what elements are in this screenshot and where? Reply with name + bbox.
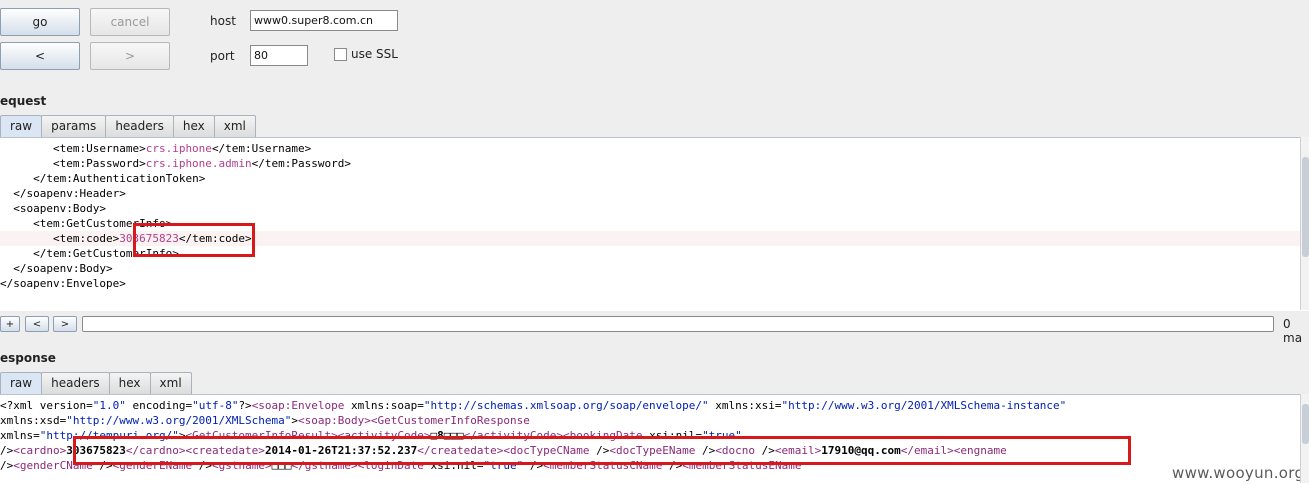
scrollbar-thumb[interactable] — [1302, 157, 1309, 257]
tab-request-headers[interactable]: headers — [105, 115, 174, 137]
tab-response-xml[interactable]: xml — [149, 372, 192, 394]
use-ssl-label: use SSL — [351, 47, 398, 61]
request-token: <tem:Password> — [52, 157, 146, 170]
search-next-button[interactable]: > — [53, 316, 77, 332]
request-section-title: equest — [0, 94, 47, 108]
request-token: <tem:Username> — [52, 142, 146, 155]
request-token: </soapenv:Header> — [13, 187, 126, 200]
response-token: xmlns:xsi= — [708, 399, 782, 412]
request-token: </tem:Password> — [251, 157, 352, 170]
response-token: "1.0" — [92, 399, 126, 412]
tab-response-raw[interactable]: raw — [0, 372, 43, 394]
request-token: crs.iphone — [145, 142, 212, 155]
request-code-highlight-box — [133, 223, 255, 257]
scrollbar-thumb[interactable] — [1302, 404, 1309, 444]
search-input[interactable] — [82, 316, 1274, 332]
tab-request-hex[interactable]: hex — [172, 115, 215, 137]
response-token: "http://schemas.xmlsoap.org/soap/envelop… — [423, 399, 709, 412]
request-line: <tem:Username>crs.iphone</tem:Username> — [0, 141, 311, 156]
response-token: <soap:Body> — [298, 414, 371, 427]
host-input[interactable]: www0.super8.com.cn — [250, 10, 398, 31]
response-token: <?xml version= — [0, 399, 93, 412]
cancel-button[interactable]: cancel — [90, 8, 170, 36]
request-token: </soapenv:Body> — [13, 262, 113, 275]
request-line: </soapenv:Header> — [0, 186, 126, 201]
response-token: ?> — [238, 399, 252, 412]
search-prev-button[interactable]: < — [25, 316, 49, 332]
response-tabs: raw headers hex xml — [0, 372, 192, 394]
response-line: <?xml version="1.0" encoding="utf-8"?><s… — [0, 398, 1066, 413]
search-add-button[interactable]: + — [0, 316, 20, 332]
response-token: xmlns:xsd= — [0, 414, 67, 427]
search-match-count: 0 ma — [1283, 317, 1303, 345]
watermark-text: www.wooyun.org — [1172, 464, 1305, 482]
response-token: "utf-8" — [192, 399, 239, 412]
response-token: "http://www.w3.org/2001/XMLSchema-instan… — [781, 399, 1067, 412]
prev-request-button[interactable]: < — [0, 42, 80, 70]
response-token: xmlns= — [0, 429, 40, 442]
tab-request-raw[interactable]: raw — [0, 115, 43, 137]
response-token: <cardno> — [13, 444, 67, 457]
vertical-scrollbar[interactable] — [1300, 137, 1309, 310]
response-line: xmlns:xsd="http://www.w3.org/2001/XMLSch… — [0, 413, 530, 428]
response-section-title: esponse — [0, 351, 56, 365]
response-token: <GetCustomerInfoResponse — [370, 414, 530, 427]
request-token: <soapenv:Body> — [13, 202, 106, 215]
tab-request-params[interactable]: params — [41, 115, 107, 137]
request-line: </soapenv:Envelope> — [0, 276, 126, 291]
host-label: host — [210, 14, 236, 28]
response-token: /> — [0, 459, 14, 472]
request-line: <soapenv:Body> — [0, 201, 106, 216]
tab-response-hex[interactable]: hex — [108, 372, 151, 394]
response-data-highlight-box — [73, 436, 1131, 465]
request-line: </soapenv:Body> — [0, 261, 113, 276]
request-line: </tem:AuthenticationToken> — [0, 171, 205, 186]
next-request-button[interactable]: > — [90, 42, 170, 70]
request-token: </soapenv:Envelope> — [0, 277, 126, 290]
request-token: </tem:AuthenticationToken> — [33, 172, 206, 185]
response-token: encoding= — [125, 399, 193, 412]
response-token: <soap:Envelope — [251, 399, 345, 412]
port-label: port — [210, 49, 235, 63]
tab-request-xml[interactable]: xml — [213, 115, 256, 137]
response-token: xmlns:soap= — [344, 399, 424, 412]
response-token: "http://www.w3.org/2001/XMLSchema" — [66, 414, 292, 427]
port-input[interactable]: 80 — [250, 45, 308, 66]
request-token: crs.iphone.admin — [145, 157, 252, 170]
request-token: </tem:Username> — [211, 142, 312, 155]
vertical-scrollbar[interactable] — [1300, 394, 1309, 483]
response-token: /> — [0, 444, 14, 457]
request-tabs: raw params headers hex xml — [0, 115, 256, 137]
request-token: <tem:code> — [52, 232, 120, 245]
request-line: <tem:Password>crs.iphone.admin</tem:Pass… — [0, 156, 351, 171]
go-button[interactable]: go — [0, 8, 80, 36]
use-ssl-checkbox[interactable] — [334, 48, 347, 61]
tab-response-headers[interactable]: headers — [41, 372, 110, 394]
